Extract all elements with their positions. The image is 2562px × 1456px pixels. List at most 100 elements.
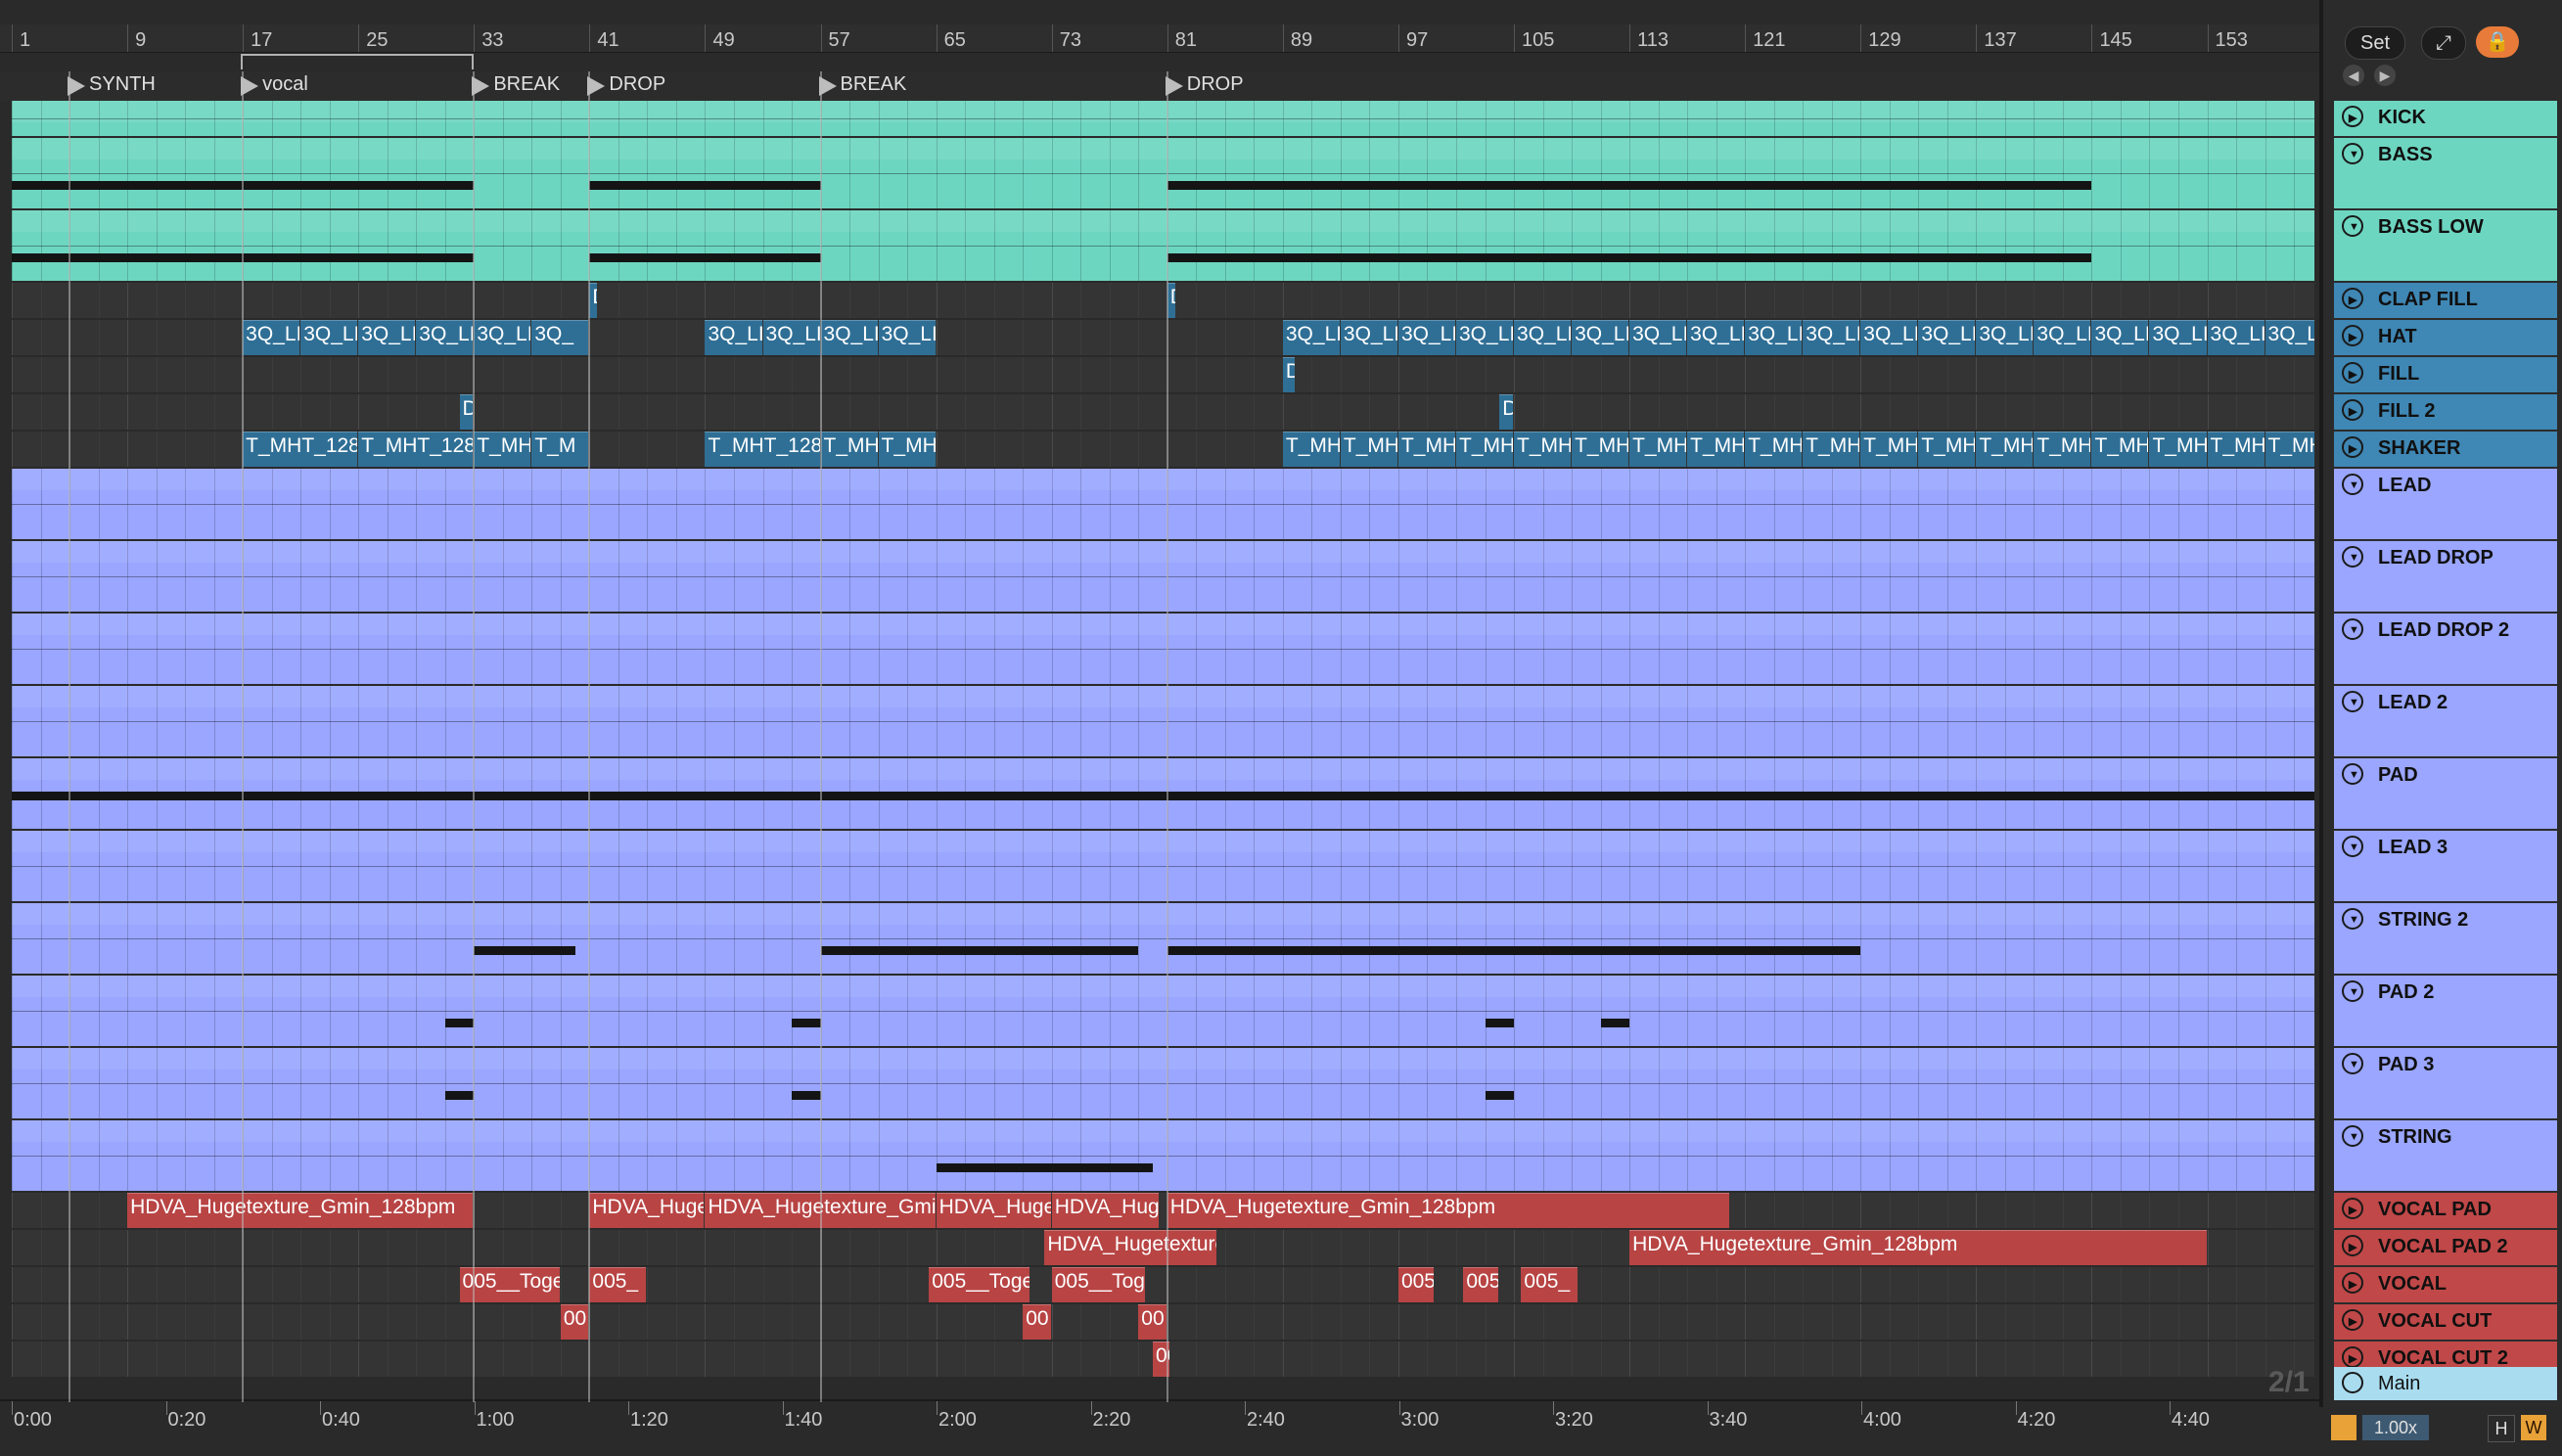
audio-clip[interactable]: T_MHT_128 (358, 432, 474, 467)
audio-clip[interactable]: T_MH (2265, 432, 2314, 467)
arrangement-area[interactable]: 1 9 17 25 33 41 49 57 65 73 81 89 97 105 113 121 129 137 1… (0, 0, 2319, 1456)
audio-clip[interactable]: 3Q_LI (300, 320, 358, 355)
audio-clip[interactable]: 3Q_ (531, 320, 589, 355)
time-ruler[interactable]: 0:00 0:20 0:40 1:00 1:20 1:40 2:00 2:20 2:40 3:00… (0, 1399, 2319, 1440)
audio-clip[interactable]: T_MH (820, 432, 878, 467)
track-lane[interactable]: HDVA_Hugetexture_Gmin_128bpm HDVA_Huge HDV… (12, 1193, 2314, 1228)
audio-clip[interactable]: 005__Together (929, 1267, 1029, 1302)
fold-icon[interactable]: ▼ (2342, 980, 2363, 1002)
audio-clip[interactable]: 005_ (589, 1267, 647, 1302)
loop-brace[interactable] (241, 54, 474, 69)
locator-lane[interactable]: SYNTH vocal BREAK DROP BREAK DROP (0, 71, 2319, 101)
midi-note[interactable] (1167, 946, 1861, 955)
audio-clip[interactable]: HDVA_Hugetexture (1044, 1230, 1217, 1265)
audio-clip[interactable]: T_MH (2207, 432, 2265, 467)
play-icon[interactable]: ▶ (2342, 325, 2363, 346)
audio-clip[interactable]: 3Q_LI (1803, 320, 1860, 355)
track-lane[interactable]: DD (12, 283, 2314, 318)
midi-note[interactable] (474, 946, 575, 955)
track-lane[interactable] (12, 1120, 2314, 1191)
audio-clip[interactable]: D (1167, 283, 1175, 318)
midi-note[interactable] (12, 792, 2314, 800)
audio-clip[interactable]: 3Q_LI (243, 320, 300, 355)
track-lane[interactable] (12, 831, 2314, 901)
track-header[interactable]: ▶ FILL (2334, 357, 2557, 392)
audio-clip[interactable]: T_MH (1456, 432, 1514, 467)
track-header[interactable]: ▶ VOCAL PAD (2334, 1193, 2557, 1228)
track-header[interactable]: ▶ CLAP FILL (2334, 283, 2557, 318)
midi-note[interactable] (792, 1019, 821, 1027)
audio-clip[interactable]: 3Q_LI (762, 320, 820, 355)
track-lane[interactable]: 005__Together 005_ 005__Together 005__Toget… (12, 1267, 2314, 1302)
audio-clip[interactable]: T_MH (1976, 432, 2034, 467)
play-icon[interactable]: ▶ (2342, 399, 2363, 421)
track-header[interactable]: ▼ LEAD (2334, 469, 2557, 539)
fold-icon[interactable]: ▼ (2342, 908, 2363, 930)
audio-clip[interactable]: T_MHT_128 (243, 432, 358, 467)
audio-clip[interactable]: 3Q_LI (416, 320, 474, 355)
track-lane[interactable]: T_MHT_128 T_MHT_128 T_MH T_M T_MHT_128 T_MH T_… (12, 432, 2314, 467)
track-header[interactable]: ▶ KICK (2334, 101, 2557, 136)
audio-clip[interactable]: 3Q_LI (1976, 320, 2034, 355)
zoom-field[interactable]: 1.00x (2362, 1415, 2429, 1440)
fold-icon[interactable]: ▼ (2342, 763, 2363, 785)
audio-clip[interactable]: 3Q_LI (878, 320, 936, 355)
audio-clip[interactable]: T_MH (1918, 432, 1976, 467)
play-icon[interactable]: ▶ (2342, 1346, 2363, 1368)
audio-clip[interactable]: 3Q_LI (1629, 320, 1687, 355)
track-header[interactable]: ▶ FILL 2 (2334, 394, 2557, 430)
w-toggle[interactable]: W (2521, 1415, 2546, 1440)
audio-clip[interactable]: HDVA_Hugetexture_Gmin_128bpm (1167, 1193, 1730, 1228)
audio-clip[interactable]: 3Q_LI (1860, 320, 1918, 355)
midi-note[interactable] (589, 181, 821, 190)
track-header[interactable]: ▶ SHAKER (2334, 432, 2557, 467)
audio-clip[interactable]: 3Q_LI (358, 320, 416, 355)
fold-icon[interactable]: ▼ (2342, 215, 2363, 237)
track-lane[interactable] (12, 614, 2314, 684)
audio-clip[interactable]: T_MH (1572, 432, 1629, 467)
audio-clip[interactable]: D (459, 394, 474, 430)
audio-clip[interactable]: 3Q_LI (1745, 320, 1803, 355)
fold-icon[interactable]: ▼ (2342, 691, 2363, 712)
fold-icon[interactable]: ▼ (2342, 546, 2363, 568)
audio-clip[interactable]: T_MH (1340, 432, 1397, 467)
track-header[interactable]: ▼ STRING 2 (2334, 903, 2557, 974)
track-lane[interactable]: 3Q_LI 3Q_LI 3Q_LI 3Q_LI 3Q_LI 3Q_ 3Q_LI 3Q_LI 3Q… (12, 320, 2314, 355)
audio-clip[interactable]: T_MH (1629, 432, 1687, 467)
locator[interactable]: BREAK (472, 73, 560, 99)
track-header[interactable]: ▼ LEAD DROP 2 (2334, 614, 2557, 684)
track-header[interactable]: ▼ BASS LOW (2334, 210, 2557, 281)
audio-clip[interactable]: HDVA_Huge (589, 1193, 705, 1228)
audio-clip[interactable]: 3Q_LI (2207, 320, 2265, 355)
audio-clip[interactable]: HDVA_Hugetexture_Gmin_128bpm (1629, 1230, 2207, 1265)
midi-note[interactable] (1167, 253, 2092, 262)
main-track-header[interactable]: Main (2334, 1367, 2557, 1400)
midi-note[interactable] (820, 946, 1139, 955)
audio-clip[interactable]: 005_ (1521, 1267, 1578, 1302)
fold-icon[interactable]: ▼ (2342, 1053, 2363, 1074)
audio-clip[interactable]: 3Q_LI (1514, 320, 1572, 355)
expand-icon[interactable]: ⤢ (2421, 26, 2466, 60)
audio-clip[interactable]: 005__Together (1051, 1267, 1145, 1302)
audio-clip[interactable]: T_MH (474, 432, 531, 467)
track-lane[interactable] (12, 976, 2314, 1046)
play-icon[interactable]: ▶ (2342, 1235, 2363, 1256)
back-icon[interactable]: ◀ (2343, 65, 2364, 86)
track-lane[interactable] (12, 138, 2314, 208)
audio-clip[interactable]: 3Q_LI (474, 320, 531, 355)
track-lane[interactable] (12, 469, 2314, 539)
audio-clip[interactable]: T_MH (1860, 432, 1918, 467)
audio-clip[interactable]: T_MH (1745, 432, 1803, 467)
audio-clip[interactable]: 3Q_LI (1340, 320, 1397, 355)
track-lane[interactable] (12, 210, 2314, 281)
track-lane[interactable]: HDVA_Hugetexture HDVA_Hugetexture_Gmin_12… (12, 1230, 2314, 1265)
audio-clip[interactable]: T_M (531, 432, 589, 467)
audio-clip[interactable]: T_MH (878, 432, 936, 467)
audio-clip[interactable]: T_MH (1282, 432, 1340, 467)
track-header[interactable]: ▼ PAD 3 (2334, 1048, 2557, 1118)
track-header[interactable]: ▶ VOCAL PAD 2 (2334, 1230, 2557, 1265)
track-lane[interactable] (12, 101, 2314, 136)
audio-clip[interactable]: T_MH (1514, 432, 1572, 467)
locator[interactable]: BREAK (818, 73, 906, 99)
track-lane[interactable]: 00 00 00 (12, 1304, 2314, 1340)
